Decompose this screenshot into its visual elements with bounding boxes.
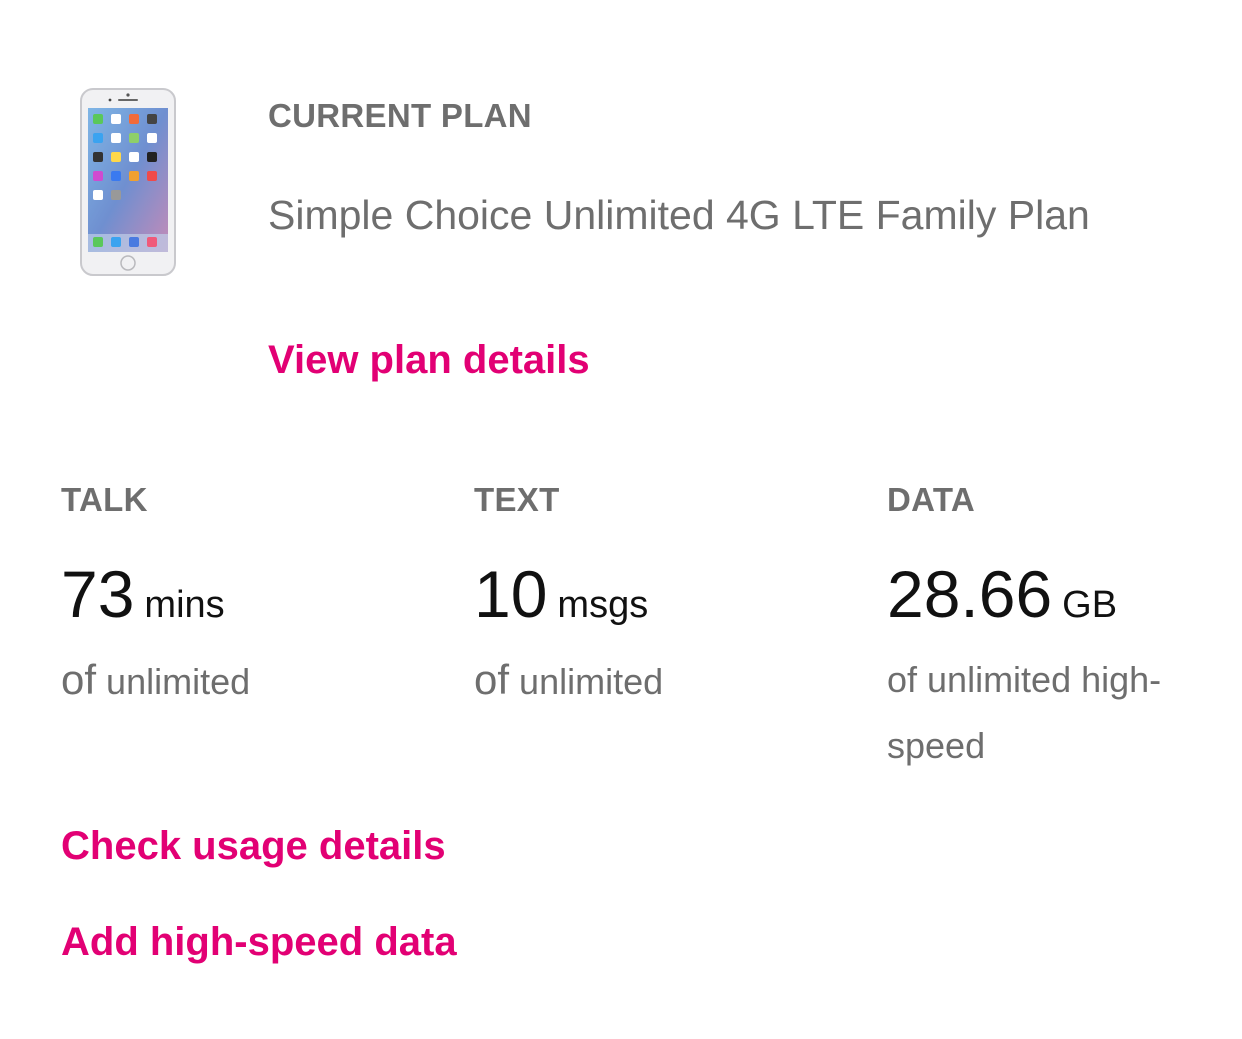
iphone-device-icon xyxy=(80,88,176,276)
data-usage: DATA 28.66 GB of unlimited high-speed xyxy=(887,480,1207,779)
text-label: TEXT xyxy=(474,481,560,518)
talk-label: TALK xyxy=(61,481,148,518)
text-unit: msgs xyxy=(557,584,649,626)
text-of-word: of xyxy=(474,656,510,703)
talk-limit-text: unlimited xyxy=(106,661,251,702)
data-unit: GB xyxy=(1062,584,1118,626)
talk-usage: TALK 73 mins of unlimited xyxy=(61,480,401,715)
plan-name: Simple Choice Unlimited 4G LTE Family Pl… xyxy=(268,192,1090,238)
data-limit-text: of unlimited high-speed xyxy=(887,659,1162,766)
data-value: 28.66 xyxy=(887,557,1053,631)
text-limit: of unlimited xyxy=(474,647,814,715)
text-usage: TEXT 10 msgs of unlimited xyxy=(474,480,814,715)
data-label: DATA xyxy=(887,481,975,518)
talk-amount: 73 mins xyxy=(61,554,401,653)
current-plan-label: CURRENT PLAN xyxy=(268,97,532,134)
talk-unit: mins xyxy=(144,584,225,626)
talk-of-word: of xyxy=(61,656,97,703)
text-value: 10 xyxy=(474,557,548,631)
add-high-speed-data-link[interactable]: Add high-speed data xyxy=(61,918,457,966)
text-limit-text: unlimited xyxy=(519,661,664,702)
current-plan-section: CURRENT PLAN Simple Choice Unlimited 4G … xyxy=(268,96,1168,248)
data-amount: 28.66 GB xyxy=(887,554,1207,653)
talk-limit: of unlimited xyxy=(61,647,401,715)
talk-value: 73 xyxy=(61,557,135,631)
check-usage-details-link[interactable]: Check usage details xyxy=(61,822,446,870)
text-amount: 10 msgs xyxy=(474,554,814,653)
view-plan-details-link[interactable]: View plan details xyxy=(268,336,590,384)
